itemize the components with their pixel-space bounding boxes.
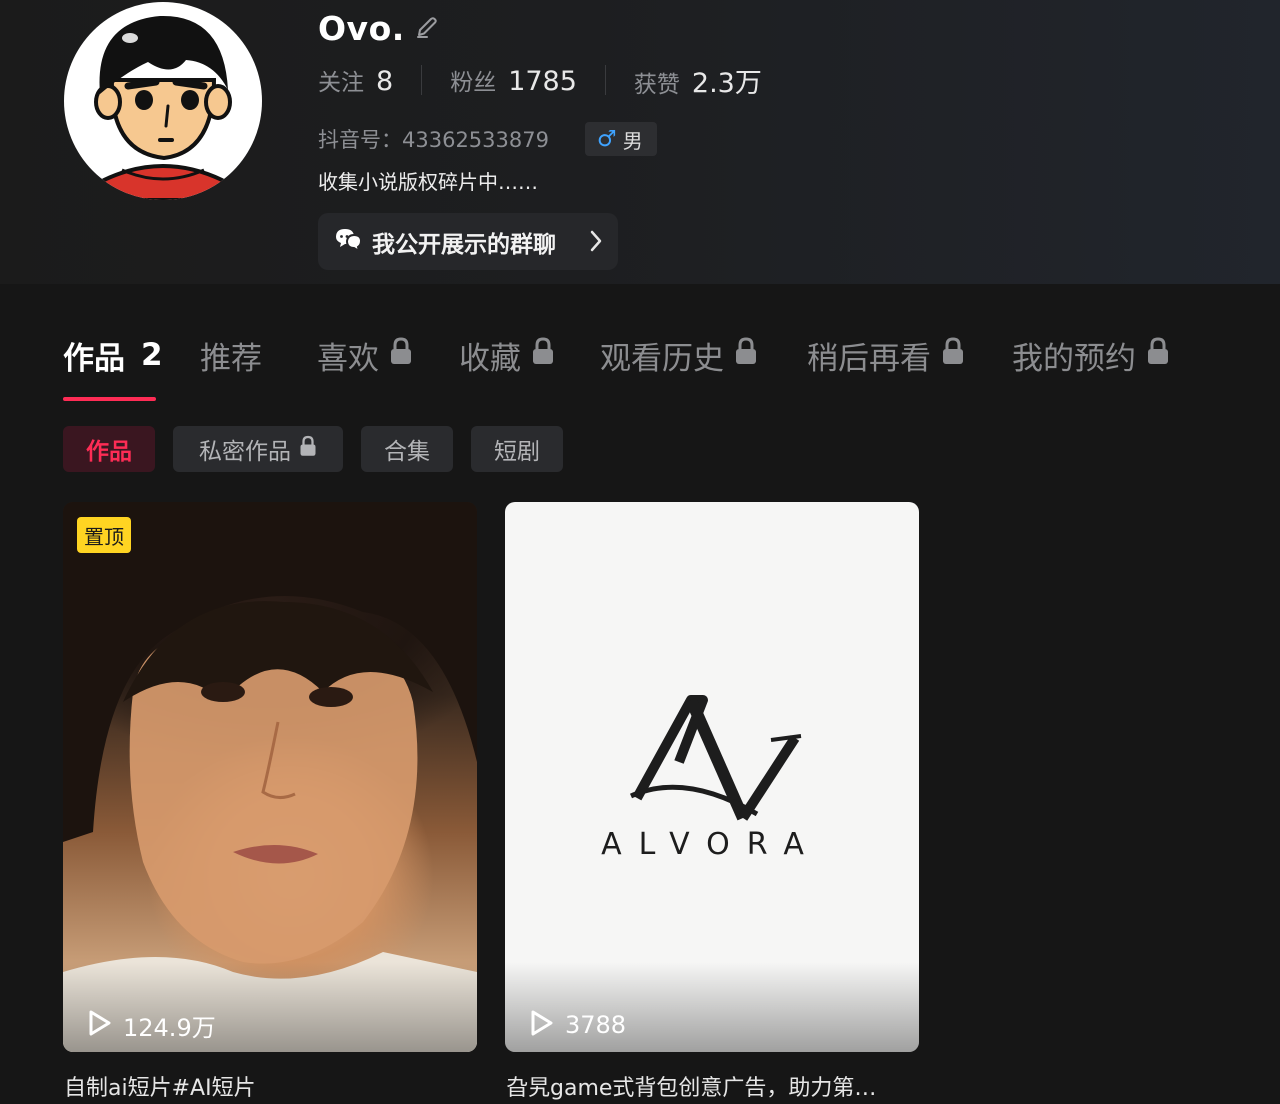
video-card[interactable]: ALVORA 3788	[505, 502, 919, 1052]
tab-label: 观看历史	[600, 340, 724, 377]
avatar[interactable]	[64, 2, 262, 200]
stat-value: 1785	[508, 66, 577, 97]
tab-watch-history[interactable]: 观看历史	[600, 330, 758, 380]
gender-label: 男	[622, 128, 643, 153]
play-count-row: 3788	[529, 1010, 626, 1040]
chip-short-dramas[interactable]: 短剧	[471, 426, 563, 472]
tab-reservations[interactable]: 我的预约	[1012, 330, 1170, 380]
divider	[421, 65, 423, 95]
chat-bubbles-icon	[334, 227, 363, 257]
stat-label: 粉丝	[450, 70, 497, 96]
video-title[interactable]: 旮旯game式背包创意广告，助力第…	[506, 1070, 876, 1102]
stats-row: 关注 8 粉丝 1785 获赞 2.3万	[318, 60, 762, 100]
group-chat-button[interactable]: 我公开展示的群聊	[318, 213, 618, 270]
tab-label: 喜欢	[317, 340, 379, 377]
nickname-row: Ovo.	[318, 6, 439, 50]
chip-label: 作品	[86, 439, 132, 465]
stat-label: 关注	[318, 70, 364, 96]
male-icon: ♂	[596, 126, 617, 152]
lock-icon	[531, 337, 555, 373]
tab-label: 推荐	[200, 340, 262, 377]
avatar-illustration	[94, 15, 232, 200]
stat-followers[interactable]: 粉丝 1785	[450, 63, 577, 97]
stat-following[interactable]: 关注 8	[318, 63, 393, 97]
tab-recommend[interactable]: 推荐	[200, 330, 262, 380]
lock-icon	[941, 337, 965, 373]
play-count-row: 124.9万	[87, 1009, 216, 1042]
tab-watch-later[interactable]: 稍后再看	[807, 330, 965, 380]
play-count: 3788	[565, 1011, 627, 1039]
logo-wordmark: ALVORA	[601, 827, 821, 862]
divider	[604, 65, 606, 95]
active-tab-indicator	[63, 397, 156, 401]
tab-likes[interactable]: 喜欢	[317, 330, 413, 380]
works-filter-chips: 作品 私密作品 合集 短剧	[0, 426, 1280, 472]
profile-header: Ovo. 关注 8 粉丝 1785 获赞 2.3万 抖音号：4336253387…	[0, 0, 1280, 284]
chevron-right-icon	[588, 229, 604, 257]
profile-tabs: 作品 2 推荐 喜欢 收藏 观看历史 稍后再看 我的预约	[0, 330, 1280, 410]
tab-favorites[interactable]: 收藏	[459, 330, 555, 380]
profile-page: Ovo. 关注 8 粉丝 1785 获赞 2.3万 抖音号：4336253387…	[0, 0, 1280, 1104]
lock-icon	[389, 337, 413, 373]
stat-likes[interactable]: 获赞 2.3万	[634, 61, 762, 100]
video-card[interactable]: 置顶 124.9万	[63, 502, 477, 1052]
tab-label: 稍后再看	[807, 340, 931, 377]
lock-icon	[299, 435, 317, 463]
tab-label: 收藏	[459, 340, 521, 377]
play-icon	[529, 1009, 555, 1041]
pencil-icon[interactable]	[415, 15, 439, 43]
stat-value: 2.3万	[691, 67, 762, 99]
play-count: 124.9万	[123, 1013, 216, 1042]
account-id-row: 抖音号：43362533879 ♂ 男	[318, 122, 657, 156]
chip-works[interactable]: 作品	[63, 426, 155, 472]
gender-badge: ♂ 男	[584, 122, 657, 156]
tab-label: 作品	[63, 340, 125, 377]
video-title[interactable]: 自制ai短片#AI短片	[64, 1070, 256, 1102]
account-id: 抖音号：43362533879	[318, 128, 549, 152]
lock-icon	[1146, 337, 1170, 373]
chip-private-works[interactable]: 私密作品	[173, 426, 343, 472]
lock-icon	[734, 337, 758, 373]
stat-value: 8	[376, 66, 394, 97]
chip-collections[interactable]: 合集	[361, 426, 453, 472]
tab-count: 2	[141, 337, 163, 373]
chip-label: 短剧	[494, 439, 540, 465]
chip-label: 私密作品	[199, 439, 291, 465]
tab-works[interactable]: 作品 2	[63, 330, 163, 380]
play-icon	[87, 1009, 113, 1041]
bio: 收集小说版权碎片中……	[318, 170, 538, 194]
tab-label: 我的预约	[1012, 340, 1136, 377]
group-chat-label: 我公开展示的群聊	[372, 231, 556, 258]
nickname: Ovo.	[318, 8, 405, 48]
stat-label: 获赞	[633, 71, 680, 98]
chip-label: 合集	[384, 439, 430, 465]
pinned-badge: 置顶	[77, 517, 131, 553]
